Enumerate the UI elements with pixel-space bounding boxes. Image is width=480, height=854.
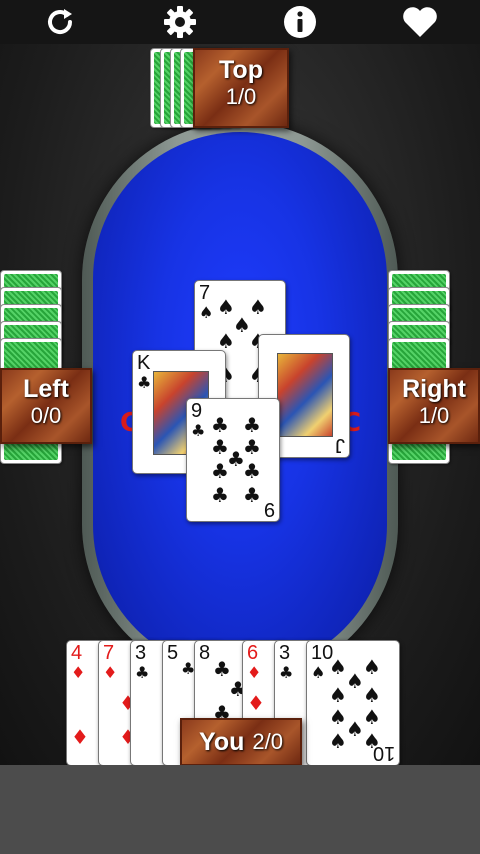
bottom-bar — [0, 765, 480, 854]
card-rank-corner: J — [335, 434, 345, 456]
card-rank: 5 — [167, 642, 179, 664]
you-player-name: You — [199, 728, 245, 756]
top-player-name: Top — [219, 56, 263, 84]
card-rank-corner: 10 — [372, 742, 395, 764]
you-player-score: 2/0 — [252, 729, 283, 754]
card-rank: 4 — [71, 642, 83, 664]
top-player-score: 1/0 — [225, 84, 257, 109]
you-player-plate: You 2/0 — [180, 718, 302, 765]
club-pip: ♣ — [243, 413, 261, 437]
club-pip: ♣ — [213, 657, 231, 681]
card-rank-corner: 9 — [263, 498, 275, 520]
jack-face-art — [277, 353, 333, 437]
club-pip: ♣ — [211, 483, 229, 507]
card-suit: ♦ — [247, 663, 262, 682]
right-player-score: 1/0 — [418, 403, 450, 428]
spade-pip: ♠ — [363, 705, 381, 729]
club-pip: ♣ — [243, 435, 261, 459]
left-player-name: Left — [23, 375, 69, 403]
card-suit: ♣ — [191, 421, 206, 440]
card-rank: K — [137, 352, 151, 374]
info-icon[interactable] — [280, 2, 320, 42]
spade-pip: ♠ — [363, 683, 381, 707]
spade-pip: ♠ — [346, 669, 364, 693]
spade-pip: ♠ — [329, 655, 347, 679]
card-rank: 7 — [199, 282, 211, 304]
card-suit: ♠ — [311, 663, 326, 682]
left-player-score: 0/0 — [30, 403, 62, 428]
right-player-plate: Right 1/0 — [388, 368, 480, 444]
card-suit: ♠ — [199, 303, 214, 322]
spade-pip: ♠ — [329, 683, 347, 707]
card-suit: ♦ — [71, 663, 86, 682]
card-suit: ♣ — [135, 663, 150, 682]
heart-icon[interactable] — [400, 2, 440, 42]
card-rank: 9 — [191, 400, 203, 422]
card-rank: 8 — [199, 642, 211, 664]
spade-pip: ♠ — [217, 329, 235, 353]
card-rank: 3 — [279, 642, 291, 664]
diamond-pip: ♦ — [71, 725, 89, 749]
club-pip: ♣ — [243, 459, 261, 483]
spade-pip: ♠ — [363, 655, 381, 679]
left-player-plate: Left 0/0 — [0, 368, 92, 444]
top-toolbar — [0, 0, 480, 44]
game-area: C C Top 1/0 Left 0/0 Right 1/0 7 ♠ ♠ ♠ ♠… — [0, 0, 480, 765]
club-pip: ♣ — [243, 483, 261, 507]
spade-pip: ♠ — [329, 705, 347, 729]
card-suit: ♣ — [137, 373, 152, 392]
diamond-pip: ♦ — [247, 691, 265, 715]
card-suit: ♣ — [279, 663, 294, 682]
settings-gear-icon[interactable] — [160, 2, 200, 42]
right-player-name: Right — [402, 375, 466, 403]
refresh-icon[interactable] — [40, 2, 80, 42]
trick-card-bottom: 9 ♣ ♣ ♣ ♣ ♣ ♣ ♣ ♣ ♣ ♣ 9 — [186, 398, 280, 522]
spade-pip: ♠ — [249, 295, 267, 319]
card-rank: 3 — [135, 642, 147, 664]
card-suit: ♦ — [103, 663, 118, 682]
card-rank: 7 — [103, 642, 115, 664]
club-pip: ♣ — [211, 413, 229, 437]
spade-pip: ♠ — [329, 729, 347, 753]
spade-pip: ♠ — [346, 717, 364, 741]
hand-card[interactable]: 10 ♠ ♠ ♠ ♠ ♠ ♠ ♠ ♠ ♠ ♠ ♠ 10 — [306, 640, 400, 765]
card-rank: 6 — [247, 642, 259, 664]
top-player-plate: Top 1/0 — [193, 48, 289, 128]
club-pip: ♣ — [211, 459, 229, 483]
